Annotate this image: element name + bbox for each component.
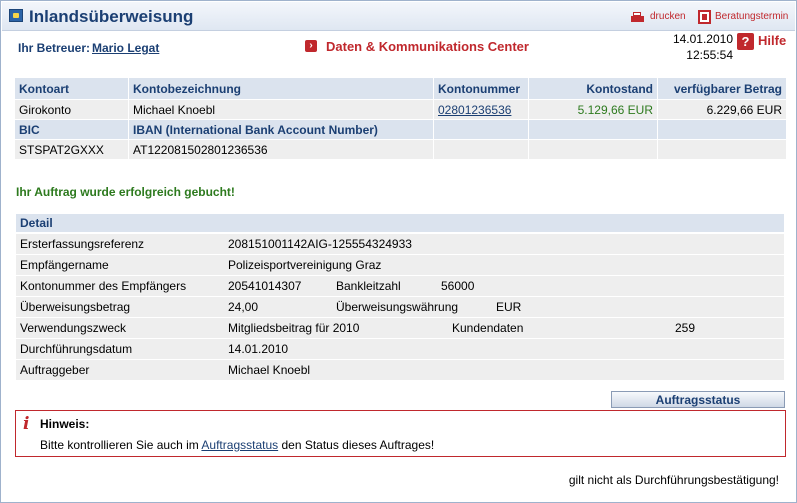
col-header-kontobezeichnung: Kontobezeichnung [128, 77, 434, 100]
account-name: Michael Knoebl [128, 99, 434, 120]
help-link[interactable]: Hilfe [758, 33, 786, 48]
customer-data-label: Kundendaten [452, 321, 524, 335]
detail-row-date: Durchführungsdatum 14.01.2010 [16, 339, 784, 359]
bic-header-row: BIC IBAN (International Bank Account Num… [14, 119, 787, 140]
window-frame: Inlandsüberweisung drucken Beratungsterm… [0, 0, 797, 503]
purpose-label: Verwendungszweck [20, 321, 127, 335]
orderer-value: Michael Knoebl [228, 363, 311, 377]
hint-box: i Hinweis: Bitte kontrollieren Sie auch … [15, 410, 786, 457]
order-status-link[interactable]: Auftragsstatus [201, 438, 278, 452]
recipient-account-value: 20541014307 [228, 279, 302, 293]
execution-date-value: 14.01.2010 [228, 342, 289, 356]
execution-date-label: Durchführungsdatum [20, 342, 133, 356]
customer-data-value: 259 [675, 321, 696, 335]
bic-row: STSPAT2GXXX AT122081502801236536 [14, 139, 787, 160]
advisor-name-link[interactable]: Mario Legat [92, 41, 159, 55]
col-header-kontonummer: Kontonummer [433, 77, 529, 100]
printer-icon[interactable] [631, 12, 644, 22]
detail-row-account: Kontonummer des Empfängers 20541014307 B… [16, 276, 784, 296]
amount-value: 24,00 [228, 300, 259, 314]
iban-label: IBAN (International Bank Account Number) [128, 119, 434, 140]
current-date: 14.01.2010 [672, 32, 733, 46]
info-icon: i [23, 414, 30, 434]
account-available: 6.229,66 EUR [657, 99, 787, 120]
arrow-right-icon[interactable]: › [305, 40, 317, 52]
col-header-kontoart: Kontoart [14, 77, 129, 100]
footer-note: gilt nicht als Durchführungsbestätigung! [568, 473, 779, 487]
account-row: Girokonto Michael Knoebl 02801236536 5.1… [14, 99, 787, 120]
detail-header: Detail [16, 214, 784, 232]
detail-row-recipient: Empfängername Polizeisportvereinigung Gr… [16, 255, 784, 275]
recipient-value: Polizeisportvereinigung Graz [228, 258, 382, 272]
detail-row-purpose: Verwendungszweck Mitgliedsbeitrag für 20… [16, 318, 784, 338]
transfer-icon [9, 9, 23, 22]
account-header-row: Kontoart Kontobezeichnung Kontonummer Ko… [14, 77, 787, 100]
advisor-label: Ihr Betreuer: [18, 41, 91, 55]
currency-value: EUR [496, 300, 522, 314]
data-center-link[interactable]: Daten & Kommunikations Center [326, 39, 529, 54]
reference-value: 208151001142AIG-125554324933 [228, 237, 412, 251]
reference-label: Ersterfassungsreferenz [20, 237, 145, 251]
print-link[interactable]: drucken [650, 11, 686, 22]
recipient-account-label: Kontonummer des Empfängers [20, 279, 187, 293]
current-time: 12:55:54 [686, 48, 733, 62]
order-status-button[interactable]: Auftragsstatus [611, 391, 785, 408]
hint-text: Bitte kontrollieren Sie auch im Auftrags… [40, 438, 434, 452]
col-header-verfuegbar: verfügbarer Betrag [657, 77, 787, 100]
iban-value: AT122081502801236536 [128, 139, 434, 160]
col-header-kontostand: Kontostand [528, 77, 658, 100]
hint-text-before: Bitte kontrollieren Sie auch im [40, 438, 202, 452]
bank-code-label: Bankleitzahl [336, 279, 401, 293]
hint-title: Hinweis: [40, 417, 90, 431]
page-title: Inlandsüberweisung [29, 7, 194, 26]
success-message: Ihr Auftrag wurde erfolgreich gebucht! [16, 185, 235, 199]
account-balance: 5.129,66 EUR [528, 99, 658, 120]
amount-label: Überweisungsbetrag [20, 300, 131, 314]
calendar-icon[interactable] [698, 10, 711, 24]
currency-label: Überweisungswährung [336, 300, 459, 314]
account-table: Kontoart Kontobezeichnung Kontonummer Ko… [14, 77, 787, 160]
orderer-label: Auftraggeber [20, 363, 90, 377]
bank-code-value: 56000 [441, 279, 475, 293]
bic-label: BIC [14, 119, 129, 140]
detail-row-reference: Ersterfassungsreferenz 208151001142AIG-1… [16, 234, 784, 254]
bic-value: STSPAT2GXXX [14, 139, 129, 160]
appointment-link[interactable]: Beratungstermin [715, 11, 788, 22]
detail-row-amount: Überweisungsbetrag 24,00 Überweisungswäh… [16, 297, 784, 317]
detail-row-orderer: Auftraggeber Michael Knoebl [16, 360, 784, 380]
recipient-label: Empfängername [20, 258, 109, 272]
account-number-link[interactable]: 02801236536 [438, 103, 511, 117]
help-icon[interactable]: ? [737, 33, 754, 50]
title-bar: Inlandsüberweisung drucken Beratungsterm… [2, 2, 795, 31]
hint-text-after: den Status dieses Auftrages! [278, 438, 435, 452]
purpose-value: Mitgliedsbeitrag für 2010 [228, 321, 360, 335]
account-type: Girokonto [14, 99, 129, 120]
